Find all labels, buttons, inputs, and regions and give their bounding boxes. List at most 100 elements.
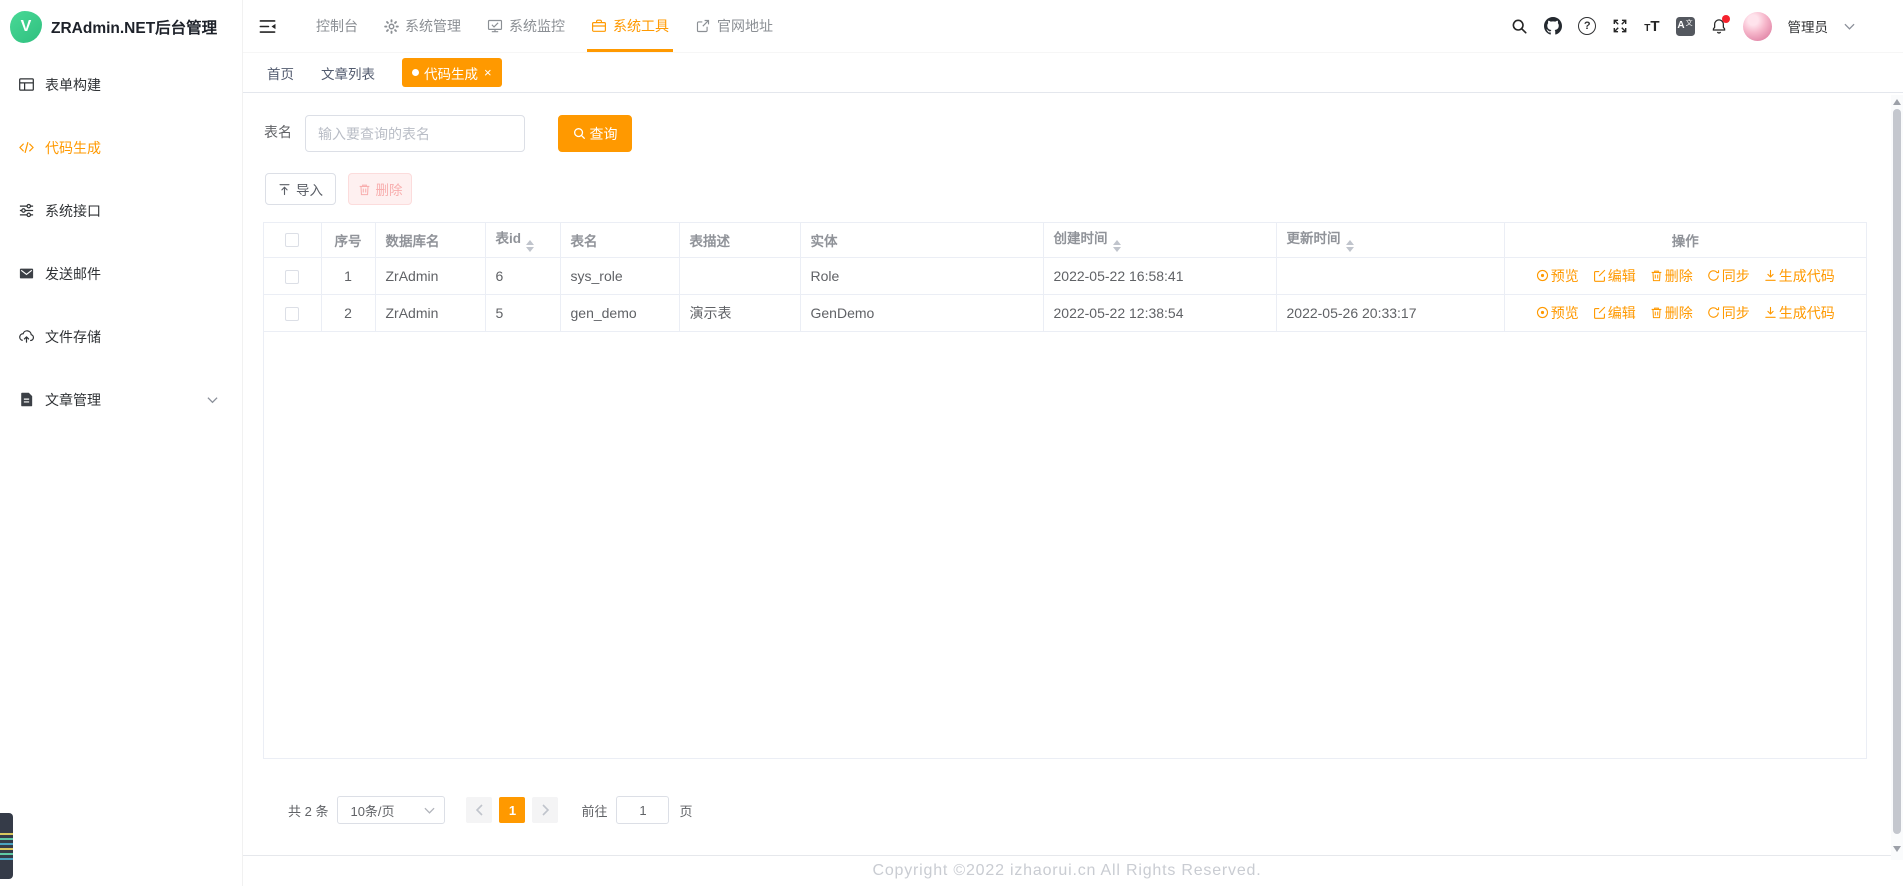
- preview-link[interactable]: 预览: [1536, 303, 1579, 323]
- next-page-button[interactable]: [532, 797, 559, 823]
- scroll-up-arrow[interactable]: [1893, 99, 1901, 105]
- delete-link[interactable]: 删除: [1650, 303, 1693, 323]
- help-icon[interactable]: ?: [1578, 17, 1597, 35]
- table-name-label: 表名: [264, 124, 292, 140]
- page-size-select[interactable]: 10条/页: [337, 796, 446, 824]
- view-icon: [1536, 306, 1549, 319]
- import-button-label: 导入: [296, 183, 323, 198]
- prev-page-button[interactable]: [466, 797, 493, 823]
- chevron-down-icon: [207, 396, 218, 403]
- row-checkbox[interactable]: [285, 306, 300, 321]
- sidebar-collapse-icon[interactable]: [258, 17, 277, 36]
- translate-icon[interactable]: A文: [1675, 16, 1695, 36]
- user-name[interactable]: 管理员: [1788, 16, 1829, 36]
- edit-link[interactable]: 编辑: [1593, 303, 1636, 323]
- sidebar-item-system-api[interactable]: 系统接口: [0, 179, 242, 242]
- current-page-button[interactable]: 1: [499, 797, 526, 823]
- search-icon[interactable]: [1511, 18, 1528, 35]
- tab-label: 文章列表: [321, 66, 375, 82]
- import-button[interactable]: 导入: [265, 173, 336, 205]
- nav-item-official-site[interactable]: 官网地址: [682, 0, 786, 52]
- sync-link[interactable]: 同步: [1707, 303, 1750, 323]
- sidebar: V ZRAdmin.NET后台管理 表单构建 代码生成 系统接口 发送邮件 文件…: [0, 0, 243, 886]
- edit-icon: [1593, 269, 1606, 282]
- user-chevron-down-icon[interactable]: [1844, 23, 1855, 30]
- page-size-value: 10条/页: [350, 803, 395, 819]
- sort-carets-icon[interactable]: [526, 240, 534, 253]
- app-logo-row[interactable]: V ZRAdmin.NET后台管理: [0, 0, 242, 53]
- sort-carets-icon[interactable]: [1112, 240, 1121, 253]
- scrollbar-thumb[interactable]: [1893, 109, 1901, 834]
- font-size-large-glyph: T: [1650, 17, 1660, 35]
- toolbox-icon: [591, 18, 607, 34]
- sidebar-item-code-gen[interactable]: 代码生成: [0, 116, 242, 179]
- action-label: 生成代码: [1778, 267, 1835, 284]
- external-link-icon: [695, 18, 711, 34]
- col-updated[interactable]: 更新时间: [1276, 223, 1505, 258]
- cell-db: ZrAdmin: [375, 294, 486, 332]
- tab-article-list[interactable]: 文章列表: [321, 63, 375, 83]
- tab-close-icon[interactable]: ×: [484, 66, 492, 79]
- nav-item-system-mgmt[interactable]: 系统管理: [371, 0, 474, 52]
- app-title: ZRAdmin.NET后台管理: [51, 19, 218, 37]
- nav-item-system-tools[interactable]: 系统工具: [578, 0, 682, 52]
- edit-link[interactable]: 编辑: [1593, 266, 1636, 286]
- vertical-scrollbar[interactable]: [1891, 95, 1903, 860]
- query-button-label: 查询: [589, 125, 618, 142]
- sidebar-item-file-storage[interactable]: 文件存储: [0, 305, 242, 368]
- font-size-icon[interactable]: TT: [1644, 19, 1659, 34]
- nav-item-console[interactable]: 控制台: [303, 0, 371, 52]
- sidebar-item-article-mgmt[interactable]: 文章管理: [0, 368, 242, 431]
- action-label: 删除: [1664, 267, 1693, 284]
- col-created[interactable]: 创建时间: [1043, 223, 1277, 258]
- generate-code-link[interactable]: 生成代码: [1764, 303, 1835, 323]
- goto-page-input[interactable]: [616, 796, 670, 824]
- table-name-input[interactable]: [305, 115, 525, 152]
- nav-item-system-monitor[interactable]: 系统监控: [474, 0, 578, 52]
- nav-item-label: 系统监控: [509, 18, 565, 34]
- delete-link[interactable]: 删除: [1650, 266, 1693, 286]
- sidebar-item-label: 系统接口: [45, 202, 101, 219]
- col-name: 表名: [560, 223, 680, 258]
- header-actions: ? TT A文 管理员: [1511, 11, 1903, 41]
- generate-code-link[interactable]: 生成代码: [1764, 266, 1835, 286]
- col-seq: 序号: [321, 223, 376, 258]
- scroll-down-arrow[interactable]: [1893, 846, 1901, 852]
- chevron-down-icon: [424, 807, 436, 814]
- sidebar-menu: 表单构建 代码生成 系统接口 发送邮件 文件存储 文章管理: [0, 53, 242, 431]
- gear-icon: [384, 18, 399, 34]
- query-button[interactable]: 查询: [558, 115, 632, 152]
- active-tab-dot-icon: [412, 69, 419, 76]
- cell-desc: 演示表: [679, 294, 801, 332]
- delete-button[interactable]: 删除: [348, 173, 412, 205]
- tab-home[interactable]: 首页: [267, 63, 294, 83]
- action-label: 生成代码: [1778, 304, 1835, 321]
- sync-icon: [1707, 306, 1720, 319]
- row-checkbox[interactable]: [285, 269, 300, 284]
- document-icon: [18, 391, 35, 408]
- sync-link[interactable]: 同步: [1707, 266, 1750, 286]
- preview-link[interactable]: 预览: [1536, 266, 1579, 286]
- data-table: 序号 数据库名 表id 表名 表描述 实体 创建时间 更新时间 操作 1 ZrA…: [263, 222, 1867, 759]
- col-table-id[interactable]: 表id: [485, 223, 561, 258]
- nav-item-label: 系统管理: [405, 18, 461, 34]
- top-nav: 控制台 系统管理 系统监控 系统工具 官网地址: [303, 0, 786, 52]
- github-icon[interactable]: [1544, 17, 1563, 35]
- tab-code-gen[interactable]: 代码生成 ×: [402, 58, 502, 87]
- select-all-checkbox[interactable]: [285, 233, 300, 248]
- bell-icon[interactable]: [1711, 15, 1730, 34]
- col-label: 更新时间: [1286, 231, 1341, 247]
- col-label: 表id: [495, 231, 522, 247]
- table-header-row: 序号 数据库名 表id 表名 表描述 实体 创建时间 更新时间 操作: [264, 223, 1866, 258]
- col-db: 数据库名: [375, 223, 486, 258]
- goto-label: 前往: [581, 803, 608, 819]
- code-snippet-widget[interactable]: [0, 813, 13, 879]
- view-icon: [1536, 269, 1549, 282]
- sidebar-item-label: 文章管理: [45, 391, 101, 408]
- fullscreen-icon[interactable]: [1612, 18, 1628, 34]
- col-actions: 操作: [1504, 223, 1866, 258]
- sidebar-item-form-builder[interactable]: 表单构建: [0, 53, 242, 116]
- sidebar-item-send-mail[interactable]: 发送邮件: [0, 242, 242, 305]
- sort-carets-icon[interactable]: [1345, 240, 1354, 253]
- avatar[interactable]: [1742, 11, 1772, 41]
